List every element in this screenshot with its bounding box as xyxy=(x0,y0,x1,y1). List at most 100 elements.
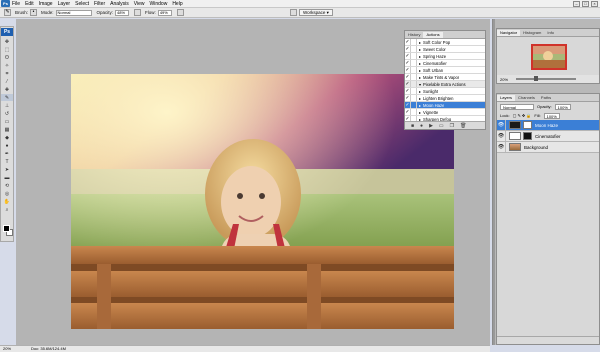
dock-collapse-strip[interactable] xyxy=(493,19,495,345)
pen-tool-icon[interactable]: ✒ xyxy=(1,150,13,157)
layer-name: Cinematofier xyxy=(535,133,561,139)
move-tool-icon[interactable]: ✥ xyxy=(1,38,13,45)
brush-tool-icon[interactable]: ✎ xyxy=(1,94,13,101)
action-row[interactable]: ✓ ▸ Spring Haze xyxy=(405,53,485,60)
tab-history[interactable]: History xyxy=(405,32,423,38)
menu-view[interactable]: View xyxy=(134,1,145,7)
menu-analysis[interactable]: Analysis xyxy=(110,1,129,7)
status-zoom[interactable]: 20% xyxy=(3,346,11,352)
action-label: Sunlight xyxy=(423,88,439,94)
tools-panel: Ps ✥ ⬚ ʘ ✧ ⌗ ⁄ ✚ ✎ ⊥ ↺ ▭ ▦ ◆ ● ✒ T ➤ ▬ ⟲… xyxy=(0,26,14,242)
zoom-tool-icon[interactable]: ⌕ xyxy=(1,206,13,213)
marquee-tool-icon[interactable]: ⬚ xyxy=(1,46,13,53)
visibility-eye-icon[interactable]: 👁 xyxy=(497,142,506,152)
blur-tool-icon[interactable]: ◆ xyxy=(1,134,13,141)
action-row[interactable]: ✓ ▸ Moon Haze xyxy=(405,102,485,109)
action-row[interactable]: ✓ ▸ Sunlight xyxy=(405,88,485,95)
history-brush-tool-icon[interactable]: ↺ xyxy=(1,110,13,117)
3d-orbit-tool-icon[interactable]: ◎ xyxy=(1,190,13,197)
action-set-row[interactable]: ✓ ▾ Pixelable Extra Actions xyxy=(405,81,485,88)
shape-tool-icon[interactable]: ▬ xyxy=(1,174,13,181)
document-photo[interactable] xyxy=(71,74,454,329)
action-row[interactable]: ✓ ▸ Sweet Color xyxy=(405,46,485,53)
navigator-zoom-slider[interactable] xyxy=(516,76,577,81)
quick-select-tool-icon[interactable]: ✧ xyxy=(1,62,13,69)
tab-channels[interactable]: Channels xyxy=(515,95,538,101)
hand-tool-icon[interactable]: ✋ xyxy=(1,198,13,205)
action-row[interactable]: ✓ ▸ Cinematofier xyxy=(405,60,485,67)
zoom-slider-handle[interactable] xyxy=(534,76,539,81)
tab-info[interactable]: Info xyxy=(544,30,557,36)
menu-help[interactable]: Help xyxy=(172,1,182,7)
layer-row[interactable]: 👁 Moon Haze xyxy=(497,120,599,131)
tab-layers[interactable]: Layers xyxy=(497,95,516,101)
layers-panel: Layers Channels Paths Normal Opacity: 10… xyxy=(496,93,600,345)
play-icon[interactable]: ▶ xyxy=(429,123,433,129)
layer-name: Moon Haze xyxy=(535,122,559,128)
tab-navigator[interactable]: Navigator xyxy=(497,30,521,36)
tab-paths[interactable]: Paths xyxy=(538,95,554,101)
record-icon[interactable]: ● xyxy=(420,123,423,129)
airbrush-icon[interactable] xyxy=(176,9,184,16)
menu-image[interactable]: Image xyxy=(39,1,53,7)
layer-opacity-field[interactable]: 100% xyxy=(554,103,571,110)
fill-label: Fill: xyxy=(534,113,541,118)
eraser-tool-icon[interactable]: ▭ xyxy=(1,118,13,125)
layer-thumbnail xyxy=(509,132,521,140)
screen-mode-icon[interactable] xyxy=(290,9,297,16)
brush-tool-preset-icon[interactable]: ✎ xyxy=(4,9,11,16)
clone-stamp-tool-icon[interactable]: ⊥ xyxy=(1,102,13,109)
layer-blend-options: Normal Opacity: 100% xyxy=(497,102,599,111)
action-row[interactable]: ✓ ▸ Make Tints & Vapor xyxy=(405,74,485,81)
layers-panel-footer xyxy=(497,336,599,344)
healing-brush-tool-icon[interactable]: ✚ xyxy=(1,86,13,93)
flow-field[interactable]: 49% xyxy=(157,9,172,16)
navigator-zoom-value[interactable]: 20% xyxy=(500,77,508,82)
gradient-tool-icon[interactable]: ▦ xyxy=(1,126,13,133)
layer-name: Background xyxy=(524,144,549,150)
menu-layer[interactable]: Layer xyxy=(58,1,71,7)
opacity-field[interactable]: 48% xyxy=(115,9,130,16)
layer-row[interactable]: 👁 Cinematofier xyxy=(497,131,599,142)
foreground-color-swatch[interactable] xyxy=(3,225,10,232)
menu-file[interactable]: File xyxy=(12,1,20,7)
type-tool-icon[interactable]: T xyxy=(1,158,13,165)
minimize-icon[interactable]: – xyxy=(573,1,580,7)
visibility-eye-icon[interactable]: 👁 xyxy=(497,120,506,130)
action-row[interactable]: ✓ ▸ Vignette xyxy=(405,109,485,116)
menu-select[interactable]: Select xyxy=(75,1,89,7)
menu-filter[interactable]: Filter xyxy=(94,1,105,7)
action-row[interactable]: ✓ ▸ Soft Color Pop xyxy=(405,39,485,46)
action-row[interactable]: ✓ ▸ Soft Urban xyxy=(405,67,485,74)
action-label: Pixelable Extra Actions xyxy=(423,81,466,87)
brush-picker-icon[interactable]: • xyxy=(30,9,38,16)
action-row[interactable]: ✓ ▸ Lighten Brighten xyxy=(405,95,485,102)
blend-mode-select[interactable]: Normal xyxy=(500,103,534,110)
eyedropper-tool-icon[interactable]: ⁄ xyxy=(1,78,13,85)
new-action-icon[interactable]: ❐ xyxy=(450,123,454,129)
menu-window[interactable]: Window xyxy=(150,1,168,7)
lasso-tool-icon[interactable]: ʘ xyxy=(1,54,13,61)
dodge-tool-icon[interactable]: ● xyxy=(1,142,13,149)
layer-row[interactable]: 👁 Background xyxy=(497,142,599,153)
mode-select[interactable]: Normal xyxy=(55,9,92,16)
tab-histogram[interactable]: Histogram xyxy=(520,30,544,36)
workspace-select[interactable]: Workspace ▾ xyxy=(299,9,333,16)
menu-edit[interactable]: Edit xyxy=(25,1,34,7)
trash-icon[interactable]: 🗑 xyxy=(460,123,466,129)
tab-actions[interactable]: Actions xyxy=(423,32,443,38)
path-select-tool-icon[interactable]: ➤ xyxy=(1,166,13,173)
close-icon[interactable]: × xyxy=(591,1,598,7)
stop-icon[interactable]: ■ xyxy=(411,123,414,129)
crop-tool-icon[interactable]: ⌗ xyxy=(1,70,13,77)
new-set-icon[interactable]: ▭ xyxy=(439,123,444,129)
visibility-eye-icon[interactable]: 👁 xyxy=(497,131,506,141)
layer-fill-field[interactable]: 100% xyxy=(543,112,560,119)
lock-icon[interactable]: ▢ ✎ ✥ 🔒 xyxy=(513,113,532,118)
navigator-thumbnail[interactable] xyxy=(531,44,567,70)
status-doc-size: Doc: 35.6M/124.4M xyxy=(31,346,66,351)
maximize-icon[interactable]: □ xyxy=(582,1,589,7)
3d-rotate-tool-icon[interactable]: ⟲ xyxy=(1,182,13,189)
pressure-opacity-icon[interactable] xyxy=(134,9,142,16)
layer-mask-thumbnail xyxy=(523,132,532,140)
